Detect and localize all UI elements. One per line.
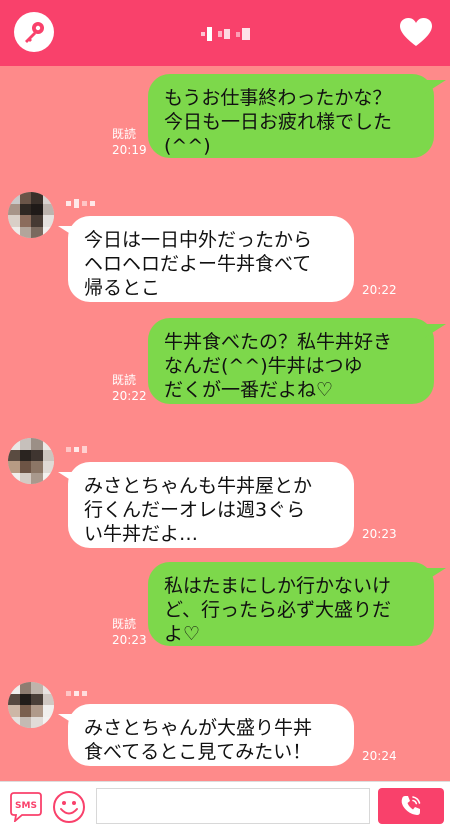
sender-name-obscured: [66, 442, 87, 456]
phone-icon: [401, 796, 421, 815]
incoming-message: みさとちゃんも牛丼屋とか 行くんだーオレは週3ぐら い牛丼だよ…: [68, 462, 354, 548]
smiley-icon: [53, 791, 85, 823]
bubble-tail: [424, 568, 446, 582]
read-receipt: 既読: [112, 617, 137, 631]
read-receipt: 既読: [112, 127, 137, 141]
outgoing-message: 牛丼食べたの？私牛丼好き なんだ(^^)牛丼はつゆ だくが一番だよね♡: [148, 318, 434, 404]
call-button[interactable]: [378, 788, 444, 824]
message-time: 20:22: [112, 389, 147, 403]
bubble-tail: [424, 324, 446, 338]
avatar[interactable]: [8, 682, 54, 728]
key-icon: [25, 22, 44, 43]
chat-area[interactable]: もうお仕事終わったかな？ 今日も一日お疲れ様でした (^^) 既読 20:19 …: [0, 66, 450, 781]
message-input[interactable]: [96, 788, 370, 824]
avatar[interactable]: [8, 192, 54, 238]
avatar[interactable]: [8, 438, 54, 484]
svg-text:SMS: SMS: [15, 801, 37, 811]
bubble-tail: [424, 80, 446, 94]
app-header: [0, 0, 450, 66]
favorite-button[interactable]: [396, 12, 436, 52]
message-time: 20:22: [362, 283, 397, 297]
outgoing-message: もうお仕事終わったかな？ 今日も一日お疲れ様でした (^^): [148, 74, 434, 158]
message-time: 20:24: [362, 749, 397, 763]
emoji-button[interactable]: [52, 790, 86, 824]
message-time: 20:23: [112, 633, 147, 647]
outgoing-message: 私はたまにしか行かないけ ど、行ったら必ず大盛りだ よ♡: [148, 562, 434, 646]
incoming-message: みさとちゃんが大盛り牛丼 食べてるとこ見てみたい！: [68, 704, 354, 766]
sender-name-obscured: [66, 196, 95, 210]
message-time: 20:19: [112, 143, 147, 157]
conversation-title-obscured: [175, 22, 275, 46]
message-composer: SMS: [0, 781, 450, 831]
message-time: 20:23: [362, 527, 397, 541]
incoming-message: 今日は一日中外だったから ヘロヘロだよー牛丼食べて 帰るとこ: [68, 216, 354, 302]
heart-icon: [400, 18, 432, 46]
sms-icon: SMS: [10, 792, 42, 824]
read-receipt: 既読: [112, 373, 137, 387]
sms-button[interactable]: SMS: [8, 792, 44, 824]
sender-name-obscured: [66, 686, 87, 700]
key-button[interactable]: [14, 12, 54, 52]
